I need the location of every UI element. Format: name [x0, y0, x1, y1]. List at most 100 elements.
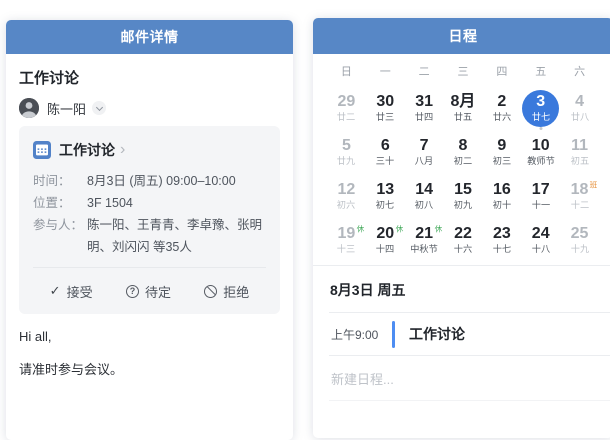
day-badge: 休: [435, 222, 443, 236]
calendar-day-cell[interactable]: 24 十八: [521, 218, 560, 262]
day-number: 15: [454, 181, 472, 198]
chevron-right-icon: ›: [120, 142, 125, 158]
calendar-day-cell[interactable]: 30廿三: [366, 86, 405, 130]
calendar-day-cell[interactable]: 17十一: [521, 174, 560, 218]
day-lunar-label: 初六: [337, 200, 355, 210]
day-lunar-label: 初五: [570, 156, 588, 166]
day-number: 21休: [415, 225, 433, 242]
calendar-day-cell[interactable]: 13 初七: [366, 174, 405, 218]
calendar-day-cell[interactable]: 11 初五: [560, 130, 599, 174]
day-number: 11: [571, 137, 588, 154]
day-number: 31: [415, 93, 433, 110]
day-lunar-label: 八月: [415, 156, 433, 166]
meeting-title: 工作讨论: [59, 140, 115, 160]
day-number: 4: [575, 93, 584, 110]
day-lunar-label: 中秋节: [410, 244, 438, 254]
weekday-label: 六: [560, 63, 599, 79]
calendar-day-cell[interactable]: 19休十三: [327, 218, 366, 262]
day: 22十六: [444, 222, 481, 259]
calendar-day-cell[interactable]: 5廿九: [327, 130, 366, 174]
day-lunar-label: 教师节: [527, 156, 555, 166]
day-lunar-label: 十一: [532, 200, 550, 210]
location-value: 3F 1504: [87, 192, 133, 214]
day-lunar-label: 初七: [376, 200, 394, 210]
calendar-day-cell[interactable]: 8初二: [444, 130, 483, 174]
day-number: 24: [532, 225, 550, 242]
day: 10教师节: [522, 134, 559, 171]
decline-button[interactable]: 拒绝: [204, 282, 249, 301]
calendar-day-cell[interactable]: 7 八月: [405, 130, 444, 174]
event-title: 工作讨论: [409, 324, 465, 344]
sender-avatar: [19, 98, 39, 118]
day: 25 十九: [561, 222, 598, 259]
weekday-label: 日: [327, 63, 366, 79]
sender-dropdown-button[interactable]: [92, 101, 106, 115]
tentative-label: 待定: [145, 282, 171, 301]
day-lunar-label: 廿六: [493, 112, 511, 122]
email-body-line: 请准时参与会议。: [19, 359, 280, 378]
calendar-day-cell[interactable]: 3廿七: [521, 86, 560, 130]
calendar-day-cell[interactable]: 12 初六: [327, 174, 366, 218]
meeting-time-row: 时间： 8月3日 (周五) 09:00–10:00: [33, 170, 266, 192]
day: 13 初七: [367, 178, 404, 215]
calendar-day-cell[interactable]: 9初三: [482, 130, 521, 174]
day-number: 13: [376, 181, 394, 198]
calendar-day-cell[interactable]: 29廿二: [327, 86, 366, 130]
calendar-day-cell[interactable]: 23十七: [482, 218, 521, 262]
schedule-panel-title: 日程: [449, 26, 478, 46]
day: 18班十二: [561, 178, 598, 215]
day: 11 初五: [561, 134, 598, 171]
day-number: 3: [536, 93, 545, 110]
weekday-label: 四: [482, 63, 521, 79]
rsvp-actions: ✓ 接受 ? 待定 拒绝: [33, 268, 266, 314]
calendar-day-cell[interactable]: 20休十四: [366, 218, 405, 262]
day-lunar-label: 十九: [570, 244, 588, 254]
day: 20休十四: [367, 222, 404, 259]
day-badge: 休: [357, 222, 365, 236]
meeting-card-title-row[interactable]: 工作讨论 ›: [33, 138, 266, 170]
schedule-panel-header: 日程: [313, 18, 610, 54]
accept-button[interactable]: ✓ 接受: [50, 282, 93, 301]
email-subject: 工作讨论: [19, 67, 280, 88]
calendar-day-cell[interactable]: 10教师节: [521, 130, 560, 174]
day-number: 12: [338, 181, 356, 198]
weekday-label: 二: [405, 63, 444, 79]
weekday-label: 五: [521, 63, 560, 79]
tentative-button[interactable]: ? 待定: [126, 282, 171, 301]
calendar-day-cell[interactable]: 18班十二: [560, 174, 599, 218]
new-event-input[interactable]: 新建日程...: [313, 356, 610, 400]
calendar-day-cell[interactable]: 6 三十: [366, 130, 405, 174]
day-number: 16: [493, 181, 511, 198]
weekday-label: 一: [366, 63, 405, 79]
day-lunar-label: 廿五: [454, 112, 472, 122]
email-detail-panel: 邮件详情 工作讨论 陈一阳: [6, 20, 293, 440]
calendar-day-cell[interactable]: 22十六: [444, 218, 483, 262]
day-lunar-label: 十三: [337, 244, 355, 254]
calendar-day-cell[interactable]: 14初八: [405, 174, 444, 218]
day: 31廿四: [406, 90, 443, 127]
calendar-grid: 29廿二30廿三31廿四8月廿五2廿六3廿七 4 廿八 5廿九 6 三十 7 八月 8初二9初三…: [313, 86, 610, 262]
day-number: 25: [571, 225, 589, 242]
day: 30廿三: [367, 90, 404, 127]
calendar-day-cell[interactable]: 15初九: [444, 174, 483, 218]
calendar-day-cell[interactable]: 4 廿八: [560, 86, 599, 130]
day-number: 6: [381, 137, 390, 154]
calendar-day-cell[interactable]: 2廿六: [482, 86, 521, 130]
calendar-day-cell[interactable]: 21休中秋节: [405, 218, 444, 262]
day: 8初二: [444, 134, 481, 171]
schedule-event-item[interactable]: 上午9:00 工作讨论: [313, 313, 610, 355]
day-number: 7: [420, 137, 429, 154]
day-lunar-label: 初十: [493, 200, 511, 210]
calendar-day-cell[interactable]: 16 初十: [482, 174, 521, 218]
day-lunar-label: 十二: [570, 200, 588, 210]
check-icon: ✓: [50, 283, 61, 299]
selected-day: 3廿七: [522, 90, 559, 127]
day: 19休十三: [328, 222, 365, 259]
calendar-day-cell[interactable]: 25 十九: [560, 218, 599, 262]
day-lunar-label: 廿八: [570, 112, 588, 122]
day-lunar-label: 十八: [532, 244, 550, 254]
calendar-day-cell[interactable]: 31廿四: [405, 86, 444, 130]
day-lunar-label: 三十: [376, 156, 394, 166]
calendar-day-cell[interactable]: 8月廿五: [444, 86, 483, 130]
sender-name: 陈一阳: [47, 99, 86, 118]
